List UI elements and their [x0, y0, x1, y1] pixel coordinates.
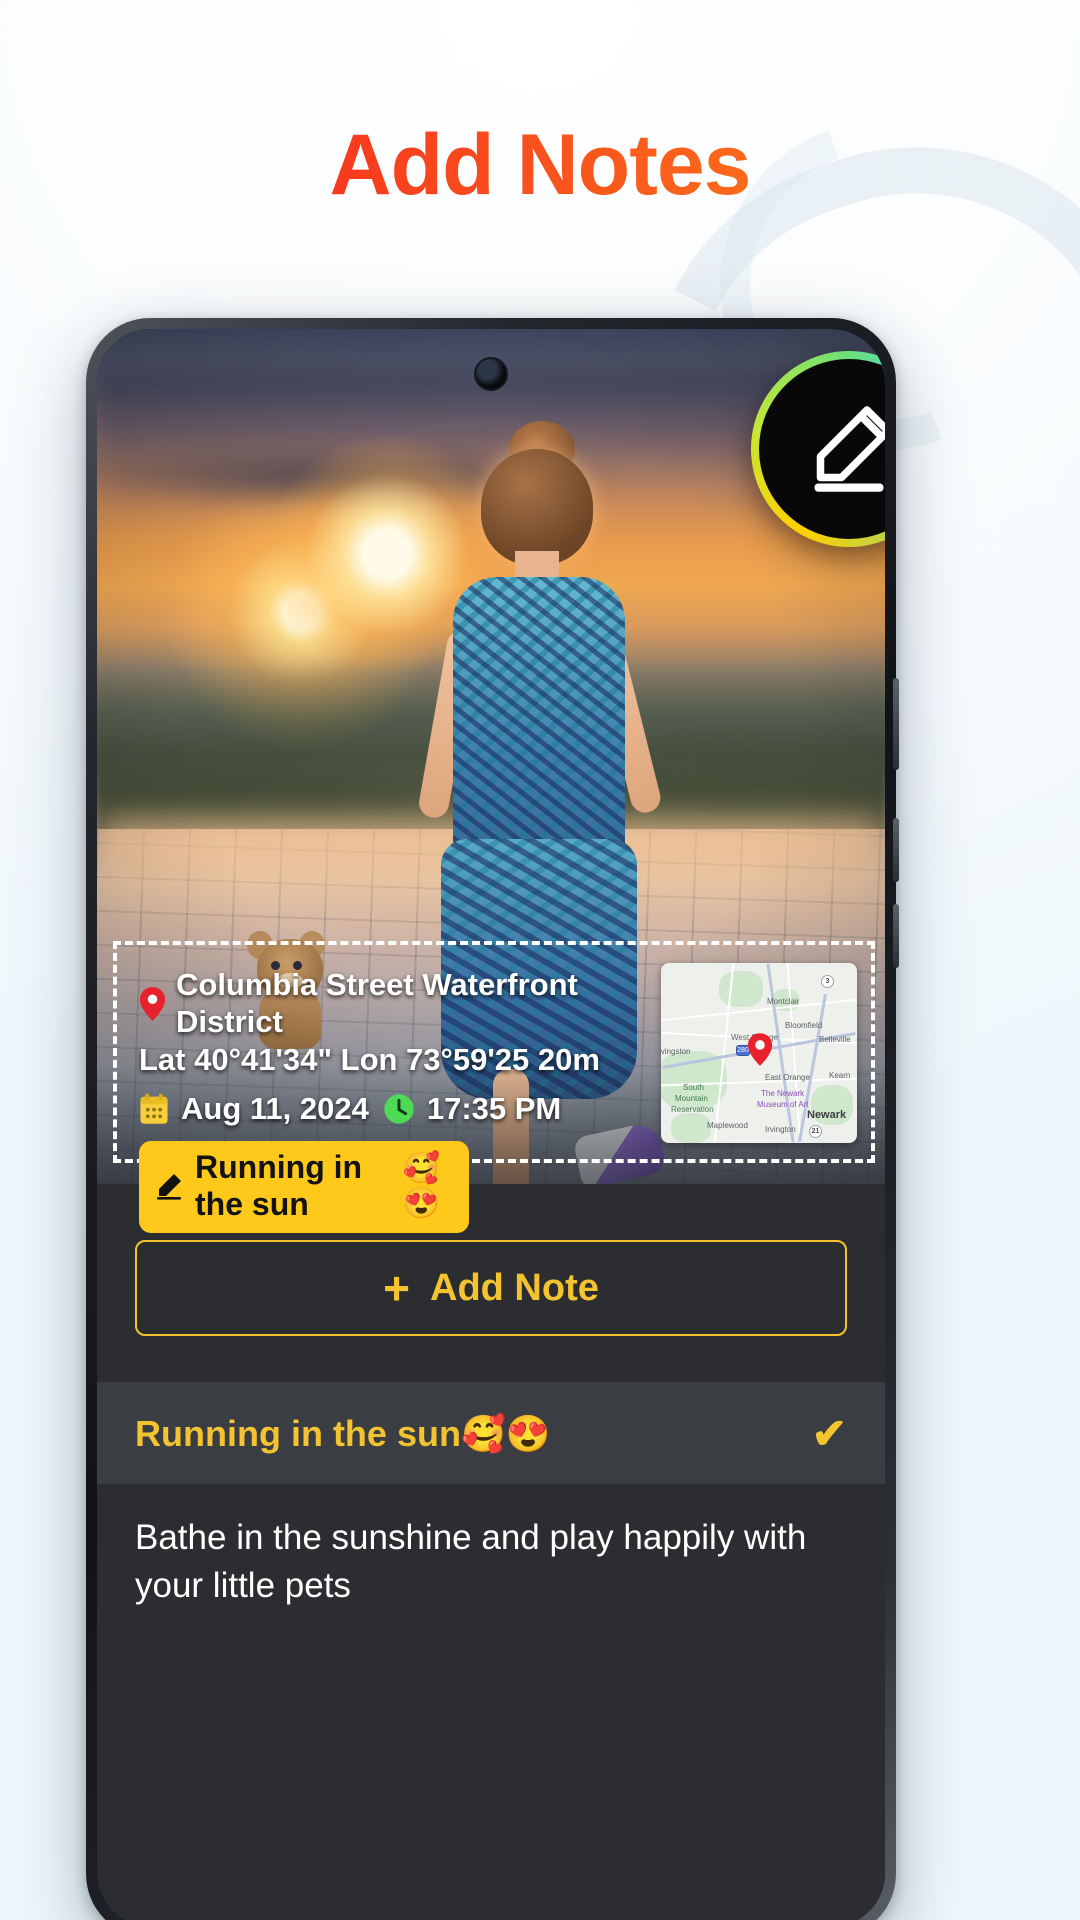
notes-panel: + Add Note Running in the sun🥰😍 ✔ Bathe … — [97, 1184, 885, 1920]
stamp-datetime-row: Aug 11, 2024 17:35 PM — [139, 1091, 661, 1127]
stamp-note-text: Running in the sun — [195, 1148, 363, 1222]
stamp-location-row: Columbia Street Waterfront District — [139, 967, 661, 1040]
map-label-irvington: Irvington — [765, 1125, 796, 1134]
map-park-southwest — [671, 1113, 711, 1143]
phone-power-button[interactable] — [893, 678, 899, 770]
stamp-info-column: Columbia Street Waterfront District Lat … — [117, 945, 661, 1233]
map-label-mountain: Mountain — [675, 1094, 708, 1103]
add-note-button[interactable]: + Add Note — [135, 1240, 847, 1336]
edit-stamp-fab-inner — [759, 359, 885, 539]
stamp-coordinates-row: Lat 40°41'34" Lon 73°59'25 20m — [139, 1042, 661, 1079]
map-label-east-orange: East Orange — [765, 1073, 810, 1082]
map-label-newark: Newark — [807, 1109, 847, 1121]
phone-mockup-frame: Columbia Street Waterfront District Lat … — [86, 318, 899, 1920]
map-label-bloomfield: Bloomfield — [785, 1021, 823, 1030]
phone-screen-bezel: Columbia Street Waterfront District Lat … — [97, 329, 885, 1920]
clock-icon — [384, 1094, 414, 1124]
note-item-title: Running in the sun🥰😍 — [135, 1412, 551, 1454]
stamp-date-item: Aug 11, 2024 — [139, 1091, 369, 1127]
map-label-kearny: Kearn — [829, 1071, 851, 1080]
plus-icon: + — [383, 1262, 410, 1314]
stamp-coordinates-text: Lat 40°41'34" Lon 73°59'25 20m — [139, 1042, 600, 1078]
stamp-time-text: 17:35 PM — [426, 1090, 562, 1126]
note-description: Bathe in the sunshine and play happily w… — [135, 1518, 807, 1606]
stamp-note-badge[interactable]: Running in the sun 🥰😍 — [139, 1140, 469, 1233]
add-note-label: Add Note — [430, 1266, 599, 1309]
front-camera-icon — [474, 357, 508, 391]
phone-volume-down-button[interactable] — [893, 904, 899, 968]
map-park-north — [719, 971, 763, 1007]
check-icon[interactable]: ✔ — [812, 1409, 847, 1458]
stamp-location-text: Columbia Street Waterfront District — [176, 967, 578, 1039]
pencil-edit-icon — [814, 406, 885, 492]
map-label-newark-museum-2: Museum of Art — [757, 1100, 809, 1109]
map-road-1 — [661, 998, 857, 1022]
map-label-newark-museum-1: The Newark — [761, 1089, 805, 1098]
pen-icon — [157, 1173, 181, 1200]
app-screen: Columbia Street Waterfront District Lat … — [97, 329, 885, 1920]
map-shield-3: 3 — [821, 975, 834, 988]
map-label-maplewood: Maplewood — [707, 1121, 748, 1130]
map-shield-21: 21 — [809, 1125, 822, 1138]
location-pin-icon — [139, 986, 166, 1021]
stamp-map-thumbnail[interactable]: Montclair Bloomfield West Orange Bellevi… — [661, 963, 857, 1143]
stamp-note-emoji: 🥰😍 — [402, 1151, 440, 1220]
stamp-time-item: 17:35 PM — [383, 1091, 561, 1127]
stamp-date-text: Aug 11, 2024 — [181, 1090, 369, 1126]
photo-stamp-overlay[interactable]: Columbia Street Waterfront District Lat … — [113, 941, 875, 1233]
map-label-south: South — [683, 1083, 704, 1092]
map-label-reservation: Reservation — [671, 1105, 714, 1114]
map-label-montclair: Montclair — [767, 997, 800, 1006]
map-label-livingston: ivingston — [661, 1047, 691, 1056]
page-title: Add Notes — [0, 120, 1080, 211]
map-label-belleville: Belleville — [819, 1035, 851, 1044]
calendar-icon — [140, 1093, 168, 1124]
map-marker-icon — [747, 1033, 773, 1066]
phone-volume-up-button[interactable] — [893, 818, 899, 882]
note-list-item[interactable]: Running in the sun🥰😍 ✔ — [97, 1383, 885, 1484]
